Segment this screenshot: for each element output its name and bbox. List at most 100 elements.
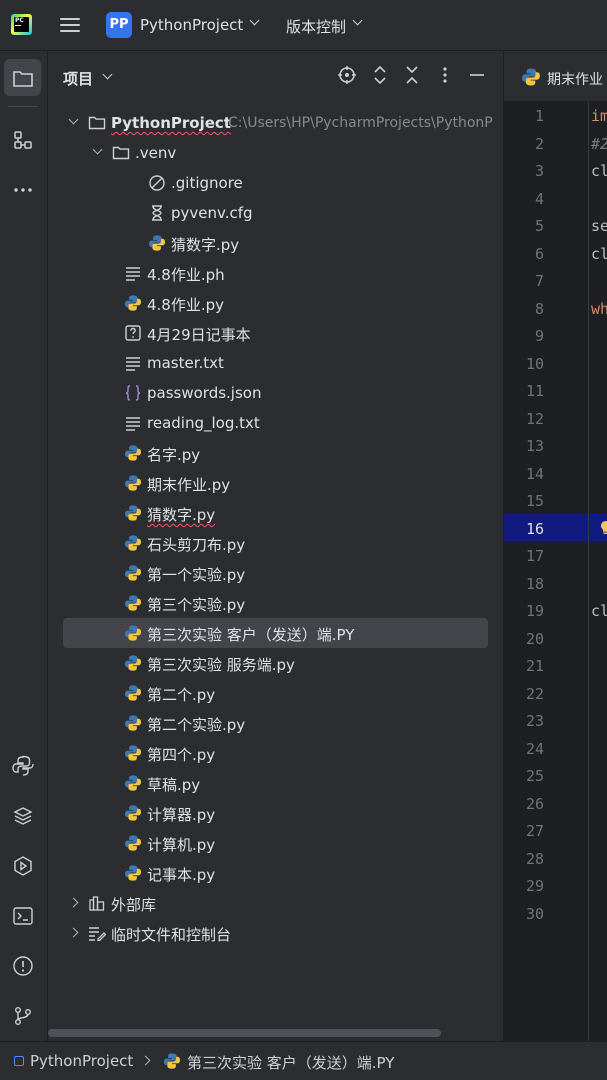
tree-item[interactable]: PythonProject C:\Users\HP\PycharmProjects…: [63, 108, 493, 138]
tree-item[interactable]: 计算器.py: [63, 798, 488, 828]
code-line[interactable]: cl: [591, 162, 607, 180]
tree-item[interactable]: 第一个实验.py: [63, 558, 488, 588]
code-line[interactable]: im: [591, 107, 607, 125]
tree-item[interactable]: 外部库: [63, 888, 488, 918]
folder-icon: [112, 144, 130, 162]
python-console-icon: [11, 755, 34, 776]
lightbulb-icon[interactable]: [600, 520, 607, 536]
tree-item-label: 记事本.py: [147, 866, 216, 884]
tree-item[interactable]: 石头剪刀布.py: [63, 528, 488, 558]
line-number: 25: [525, 767, 544, 785]
ignore-file-icon: [148, 174, 166, 192]
code-line[interactable]: se: [591, 217, 607, 235]
tree-item-label: 猜数字.py: [171, 236, 240, 254]
tree-item[interactable]: passwords.json: [63, 378, 488, 408]
problems-icon: [12, 955, 33, 976]
unknown-file-icon: [124, 324, 142, 342]
tree-item-label: 计算机.py: [147, 836, 216, 854]
tree-item[interactable]: 4.8作业.ph: [63, 258, 488, 288]
chevron-down-icon[interactable]: [352, 15, 363, 26]
chevron-right-icon[interactable]: [68, 927, 79, 938]
panel-title[interactable]: 项目: [63, 68, 93, 89]
tree-item-label: reading_log.txt: [147, 414, 260, 432]
problems-tool-button[interactable]: [4, 947, 41, 984]
python-file-icon: [124, 564, 142, 582]
breadcrumb-project[interactable]: PythonProject: [30, 1052, 133, 1070]
tree-item-label: 第四个.py: [147, 746, 216, 764]
tree-item[interactable]: .gitignore: [63, 168, 488, 198]
folder-icon: [88, 114, 106, 132]
tree-item[interactable]: reading_log.txt: [63, 408, 488, 438]
collapse-all-icon[interactable]: [402, 65, 422, 85]
options-menu-icon[interactable]: [435, 65, 455, 85]
left-tool-strip: [0, 51, 48, 1041]
line-number: 19: [525, 602, 544, 620]
line-number: 16: [525, 519, 544, 538]
vcs-menu[interactable]: 版本控制: [286, 16, 346, 37]
tree-item[interactable]: 名字.py: [63, 438, 488, 468]
tree-item[interactable]: 第三次实验 服务端.py: [63, 648, 488, 678]
tree-item-label: master.txt: [147, 354, 224, 372]
python-file-icon: [124, 684, 142, 702]
tree-item[interactable]: 4月29日记事本: [63, 318, 488, 348]
breadcrumb-file[interactable]: 第三次实验 客户（发送）端.PY: [187, 1052, 394, 1073]
tree-item[interactable]: 猜数字.py: [63, 228, 488, 258]
python-file-icon: [124, 594, 142, 612]
chevron-right-icon[interactable]: [68, 897, 79, 908]
git-tool-button[interactable]: [4, 997, 41, 1034]
tree-item[interactable]: 期末作业.py: [63, 468, 488, 498]
tree-item[interactable]: 计算机.py: [63, 828, 488, 858]
tree-item-label: 石头剪刀布.py: [147, 536, 246, 554]
line-number: 15: [525, 492, 544, 510]
code-line[interactable]: cl: [591, 245, 607, 263]
run-services-icon: [13, 855, 32, 876]
text-file-icon: [124, 354, 142, 372]
line-number: 27: [525, 822, 544, 840]
tree-item[interactable]: 第三次实验 客户（发送）端.PY: [63, 618, 488, 648]
project-tool-button[interactable]: [4, 59, 41, 96]
tree-item[interactable]: master.txt: [63, 348, 488, 378]
code-line[interactable]: wh: [591, 300, 607, 318]
tree-item-label: 第二个实验.py: [147, 716, 246, 734]
locate-file-icon[interactable]: [337, 65, 357, 85]
tree-item[interactable]: 临时文件和控制台: [63, 918, 488, 948]
line-number: 12: [525, 409, 544, 428]
python-file-icon: [124, 804, 142, 822]
tree-item[interactable]: .venv: [63, 138, 488, 168]
text-file-icon: [124, 414, 142, 432]
tree-item[interactable]: 第三个实验.py: [63, 588, 488, 618]
tree-item[interactable]: 第二个.py: [63, 678, 488, 708]
tree-item-label: .gitignore: [171, 174, 243, 192]
tree-item[interactable]: 第四个.py: [63, 738, 488, 768]
chevron-down-icon[interactable]: [102, 69, 113, 80]
line-number: 24: [525, 739, 544, 758]
code-line[interactable]: cl: [591, 602, 607, 620]
main-menu-icon[interactable]: [60, 15, 82, 35]
python-packages-button[interactable]: [4, 747, 41, 784]
structure-tool-button[interactable]: [4, 121, 41, 158]
project-badge[interactable]: PP: [106, 12, 132, 38]
code-line[interactable]: #2: [591, 135, 607, 153]
tree-item[interactable]: pyvenv.cfg: [63, 198, 488, 228]
tree-item[interactable]: 4.8作业.py: [63, 288, 488, 318]
chevron-down-icon[interactable]: [68, 114, 79, 125]
chevron-down-icon[interactable]: [92, 144, 103, 155]
line-number-gutter: 1 2 3 4 5 6 7 8 9 10 11 12 13 14 15 16 17 18 19 20 21 22 23 24 2…: [504, 102, 589, 1041]
tree-item[interactable]: 记事本.py: [63, 858, 488, 888]
terminal-tool-button[interactable]: [4, 897, 41, 934]
chevron-down-icon[interactable]: [249, 15, 260, 26]
horizontal-scrollbar[interactable]: [48, 1029, 441, 1037]
project-switcher[interactable]: PythonProject: [140, 16, 243, 34]
layers-tool-button[interactable]: [4, 797, 41, 834]
pycharm-logo-icon[interactable]: PC: [11, 14, 32, 35]
tree-item[interactable]: 猜数字.py: [63, 498, 488, 528]
tab-qimo-zuoye[interactable]: 期末作业: [547, 69, 603, 89]
services-tool-button[interactable]: [4, 847, 41, 884]
expand-all-icon[interactable]: [370, 65, 390, 85]
tree-item[interactable]: 第二个实验.py: [63, 708, 488, 738]
tree-item[interactable]: 草稿.py: [63, 768, 488, 798]
json-file-icon: [124, 384, 142, 402]
line-number: 26: [525, 794, 544, 813]
hide-panel-icon[interactable]: [467, 65, 487, 85]
more-tools-button[interactable]: [4, 171, 41, 208]
